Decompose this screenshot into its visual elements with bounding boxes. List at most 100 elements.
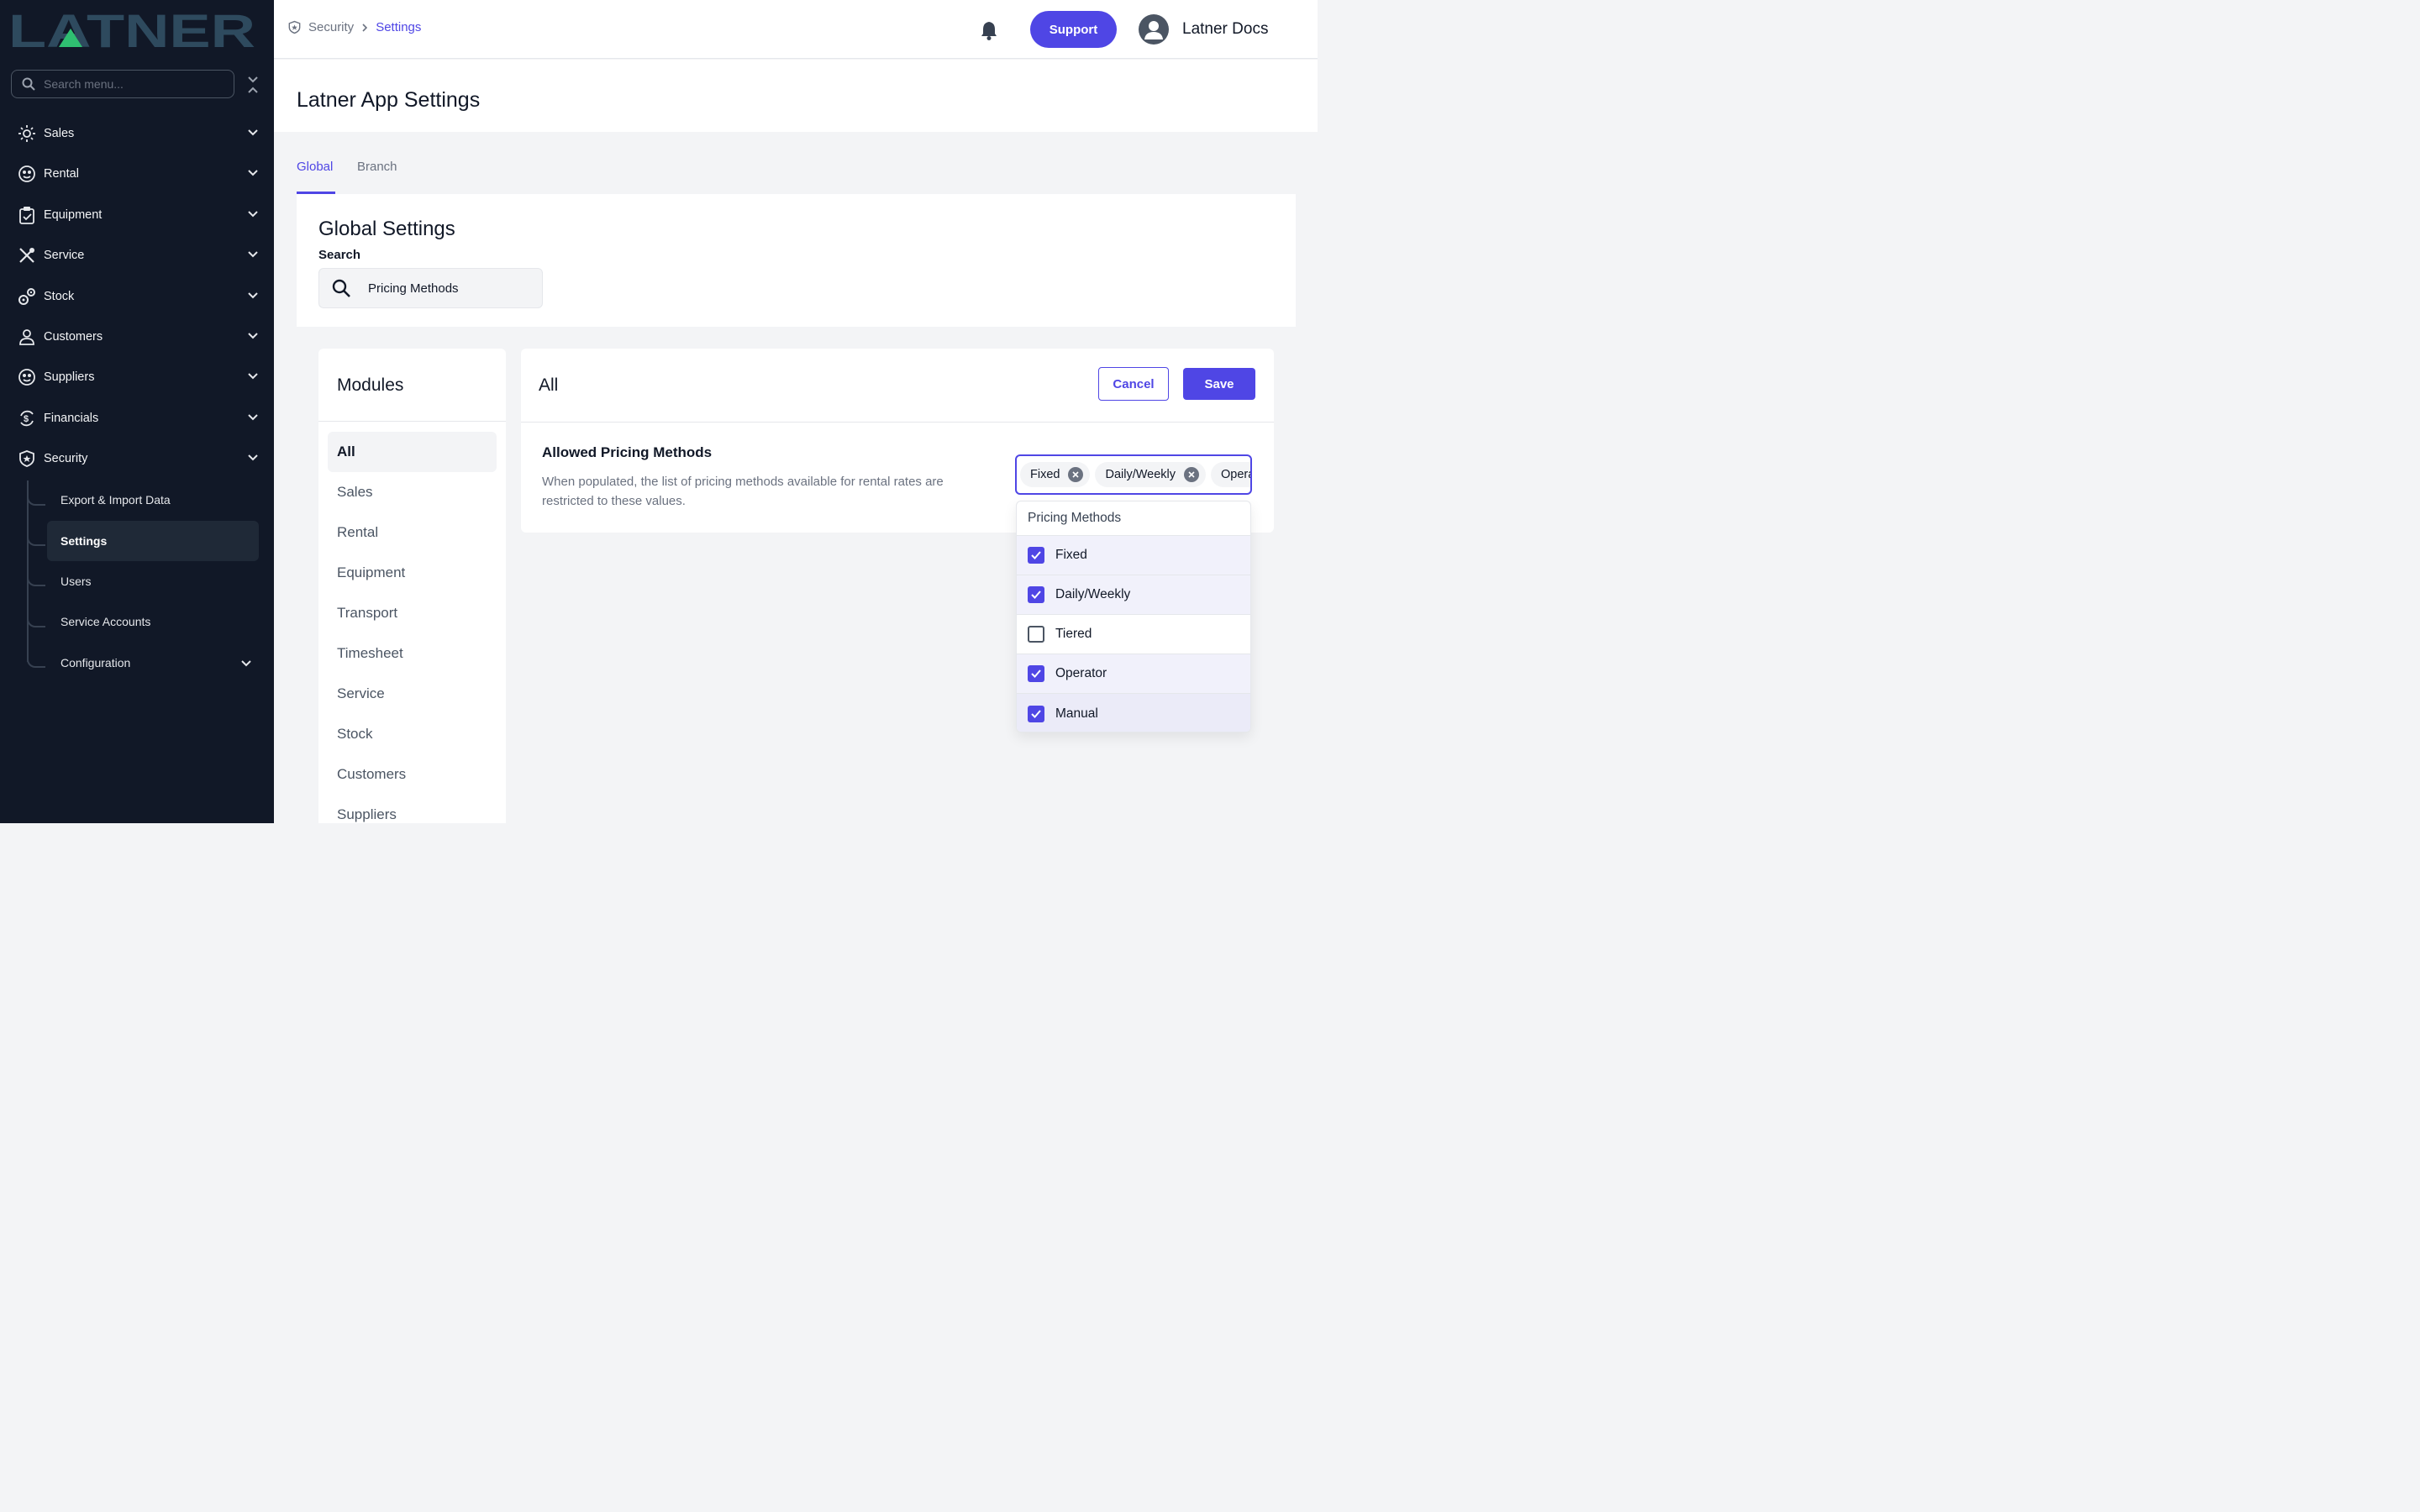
module-item-customers[interactable]: Customers (328, 754, 497, 795)
setting-description: When populated, the list of pricing meth… (542, 475, 944, 508)
divider (318, 421, 506, 422)
user-icon (17, 327, 37, 347)
chip-label: Daily/Weekly (1105, 468, 1176, 481)
clipboard-icon (17, 205, 37, 225)
sidebar-item-label: Financials (44, 412, 99, 425)
chevron-down-icon (248, 333, 258, 339)
sidebar-search-input[interactable] (44, 77, 212, 91)
option-label: Fixed (1055, 548, 1087, 562)
logo-text: LATNER (8, 8, 255, 52)
sidebar-item-security[interactable]: Security (17, 444, 260, 474)
global-settings-panel: Global Settings Search Pricing Methods (297, 194, 1296, 327)
breadcrumb: Security Settings (287, 20, 421, 34)
suppliers-icon (17, 367, 37, 387)
settings-search-input[interactable]: Pricing Methods (318, 268, 543, 308)
dropdown-header: Pricing Methods (1017, 501, 1250, 536)
top-bar: Security Settings Support Latner Docs (274, 0, 1318, 59)
tab-global[interactable]: Global (297, 160, 333, 174)
sidebar-search[interactable] (11, 70, 234, 98)
search-icon (332, 279, 350, 297)
support-button[interactable]: Support (1030, 11, 1117, 48)
dropdown-option-operator[interactable]: Operator (1017, 654, 1250, 694)
sidebar-subitem-configuration[interactable]: Configuration (47, 643, 259, 683)
module-item-sales[interactable]: Sales (328, 472, 497, 512)
module-item-all[interactable]: All (328, 432, 497, 472)
checkbox-checked[interactable] (1028, 586, 1044, 603)
sidebar-item-stock[interactable]: Stock (17, 281, 260, 312)
dropdown-option-tiered[interactable]: Tiered (1017, 615, 1250, 654)
checkbox-checked[interactable] (1028, 705, 1044, 722)
sidebar-subitem-label: Configuration (60, 656, 131, 669)
sidebar-item-suppliers[interactable]: Suppliers (17, 362, 260, 392)
sidebar: LATNER Sales Rental Equipment Service St… (0, 0, 274, 823)
option-label: Tiered (1055, 627, 1092, 641)
checkbox-checked[interactable] (1028, 665, 1044, 682)
option-label: Operator (1055, 666, 1107, 680)
module-item-transport[interactable]: Transport (328, 593, 497, 633)
sidebar-item-financials[interactable]: $ Financials (17, 403, 260, 433)
sidebar-item-rental[interactable]: Rental (17, 159, 260, 189)
chevron-down-icon (248, 251, 258, 258)
check-icon (1031, 669, 1041, 678)
modules-title: Modules (337, 375, 404, 395)
sidebar-subitem-users[interactable]: Users (47, 561, 259, 601)
pricing-methods-multiselect[interactable]: Fixed Daily/Weekly Operator (1015, 454, 1252, 495)
chip-fixed: Fixed (1020, 462, 1091, 487)
breadcrumb-security[interactable]: Security (308, 20, 354, 34)
dropdown-option-manual[interactable]: Manual (1017, 694, 1250, 732)
sales-icon (17, 123, 37, 144)
chip-operator: Operator (1211, 462, 1250, 487)
search-icon (22, 77, 35, 91)
check-icon (1031, 709, 1041, 718)
setting-name: Allowed Pricing Methods (542, 444, 713, 460)
bell-icon[interactable] (980, 20, 998, 40)
gears-icon (17, 286, 37, 307)
dropdown-option-fixed[interactable]: Fixed (1017, 536, 1250, 575)
sidebar-item-service[interactable]: Service (17, 240, 260, 270)
page-title: Latner App Settings (297, 88, 481, 112)
module-item-equipment[interactable]: Equipment (328, 553, 497, 593)
sidebar-subitem-label: Service Accounts (60, 615, 151, 628)
cancel-button[interactable]: Cancel (1098, 367, 1169, 401)
sidebar-item-sales[interactable]: Sales (17, 118, 260, 149)
rental-icon (17, 164, 37, 184)
sidebar-subitem-export-import[interactable]: Export & Import Data (47, 480, 259, 520)
chevron-down-icon (248, 373, 258, 380)
global-settings-title: Global Settings (318, 218, 455, 240)
sidebar-item-equipment[interactable]: Equipment (17, 200, 260, 230)
avatar[interactable] (1139, 14, 1169, 45)
chip-label: Fixed (1030, 468, 1060, 481)
shield-icon (288, 20, 301, 34)
dollar-cycle-icon: $ (17, 408, 37, 428)
chevron-down-icon (248, 129, 258, 136)
module-item-rental[interactable]: Rental (328, 512, 497, 553)
sidebar-item-label: Suppliers (44, 370, 95, 384)
save-button[interactable]: Save (1183, 368, 1255, 400)
module-item-stock[interactable]: Stock (328, 714, 497, 754)
option-label: Daily/Weekly (1055, 587, 1131, 601)
chevron-down-icon (248, 414, 258, 421)
breadcrumb-settings[interactable]: Settings (376, 20, 421, 34)
shield-icon (17, 449, 37, 469)
checkbox-unchecked[interactable] (1028, 626, 1044, 643)
module-item-suppliers[interactable]: Suppliers (328, 795, 497, 823)
dropdown-option-daily-weekly[interactable]: Daily/Weekly (1017, 575, 1250, 615)
module-item-service[interactable]: Service (328, 674, 497, 714)
collapse-all-icon[interactable] (244, 74, 262, 96)
user-name[interactable]: Latner Docs (1182, 20, 1268, 39)
divider (521, 422, 1274, 423)
sidebar-subitem-settings[interactable]: Settings (47, 521, 259, 561)
settings-search-label: Search (318, 248, 361, 262)
latner-logo[interactable]: LATNER (8, 8, 257, 52)
checkbox-checked[interactable] (1028, 547, 1044, 564)
chip-daily-weekly: Daily/Weekly (1095, 462, 1206, 487)
pricing-methods-dropdown: Pricing Methods Fixed Daily/Weekly Tiere… (1016, 501, 1251, 732)
sidebar-item-customers[interactable]: Customers (17, 322, 260, 352)
check-icon (1031, 551, 1041, 559)
sidebar-item-label: Stock (44, 290, 75, 303)
module-item-timesheet[interactable]: Timesheet (328, 633, 497, 674)
remove-chip-icon[interactable] (1184, 467, 1199, 482)
remove-chip-icon[interactable] (1068, 467, 1084, 482)
tab-branch[interactable]: Branch (357, 160, 397, 174)
sidebar-subitem-service-accounts[interactable]: Service Accounts (47, 601, 259, 642)
